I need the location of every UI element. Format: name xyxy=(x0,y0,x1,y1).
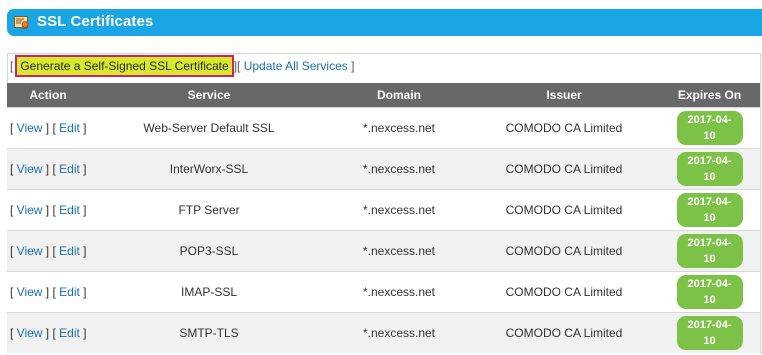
expires-date-part1: 2017-04- xyxy=(687,319,732,331)
table-row: [ View ] [ Edit ] FTP Server *.nexcess.n… xyxy=(7,189,760,231)
expires-date-part1: 2017-04- xyxy=(687,155,732,167)
view-link[interactable]: View xyxy=(17,326,43,340)
certificates-table: Action Service Domain Issuer Expires On … xyxy=(7,83,760,353)
domain-cell: *.nexcess.net xyxy=(329,107,469,149)
table-row: [ View ] [ Edit ] InterWorx-SSL *.nexces… xyxy=(7,148,760,190)
action-cell: [ View ] [ Edit ] xyxy=(7,230,89,272)
issuer-cell: COMODO CA Limited xyxy=(469,148,659,190)
table-header-row: Action Service Domain Issuer Expires On xyxy=(7,83,760,108)
view-link[interactable]: View xyxy=(17,162,43,176)
expires-cell: 2017-04- 10 xyxy=(659,230,760,272)
action-cell: [ View ] [ Edit ] xyxy=(7,189,89,231)
expires-badge: 2017-04- 10 xyxy=(676,111,743,145)
action-cell: [ View ] [ Edit ] xyxy=(7,271,89,313)
issuer-cell: COMODO CA Limited xyxy=(469,107,659,149)
edit-link[interactable]: Edit xyxy=(59,244,80,258)
service-cell: FTP Server xyxy=(89,189,329,231)
view-link[interactable]: View xyxy=(17,285,43,299)
expires-cell: 2017-04- 10 xyxy=(659,312,760,353)
column-header-domain: Domain xyxy=(329,83,469,108)
generate-self-signed-cert-button[interactable]: Generate a Self-Signed SSL Certificate xyxy=(15,55,234,77)
expires-cell: 2017-04- 10 xyxy=(659,148,760,190)
expires-cell: 2017-04- 10 xyxy=(659,189,760,231)
expires-cell: 2017-04- 10 xyxy=(659,107,760,149)
view-link[interactable]: View xyxy=(17,203,43,217)
expires-date-part1: 2017-04- xyxy=(687,114,732,126)
page-title: SSL Certificates xyxy=(37,13,154,30)
domain-cell: *.nexcess.net xyxy=(329,148,469,190)
edit-link[interactable]: Edit xyxy=(59,162,80,176)
expires-date-part1: 2017-04- xyxy=(687,278,732,290)
expires-date-part2: 10 xyxy=(703,130,716,142)
service-cell: IMAP-SSL xyxy=(89,271,329,313)
table-row: [ View ] [ Edit ] IMAP-SSL *.nexcess.net… xyxy=(7,271,760,313)
expires-cell: 2017-04- 10 xyxy=(659,271,760,313)
edit-link[interactable]: Edit xyxy=(59,326,80,340)
expires-badge: 2017-04- 10 xyxy=(676,275,743,309)
edit-link[interactable]: Edit xyxy=(59,121,80,135)
expires-badge: 2017-04- 10 xyxy=(676,193,743,227)
expires-date-part1: 2017-04- xyxy=(687,196,732,208)
expires-date-part2: 10 xyxy=(703,253,716,265)
action-cell: [ View ] [ Edit ] xyxy=(7,148,89,190)
table-row: [ View ] [ Edit ] SMTP-TLS *.nexcess.net… xyxy=(7,312,760,353)
view-link[interactable]: View xyxy=(17,121,43,135)
domain-cell: *.nexcess.net xyxy=(329,271,469,313)
expires-date-part2: 10 xyxy=(703,171,716,183)
table-row: [ View ] [ Edit ] POP3-SSL *.nexcess.net… xyxy=(7,230,760,272)
issuer-cell: COMODO CA Limited xyxy=(469,271,659,313)
domain-cell: *.nexcess.net xyxy=(329,312,469,353)
service-cell: SMTP-TLS xyxy=(89,312,329,353)
expires-date-part2: 10 xyxy=(703,294,716,306)
issuer-cell: COMODO CA Limited xyxy=(469,312,659,353)
domain-cell: *.nexcess.net xyxy=(329,230,469,272)
service-cell: POP3-SSL xyxy=(89,230,329,272)
expires-date-part1: 2017-04- xyxy=(687,237,732,249)
service-cell: InterWorx-SSL xyxy=(89,148,329,190)
expires-badge: 2017-04- 10 xyxy=(676,152,743,186)
domain-cell: *.nexcess.net xyxy=(329,189,469,231)
view-link[interactable]: View xyxy=(17,244,43,258)
column-header-action: Action xyxy=(7,83,89,108)
toolbar-open-bracket: [ xyxy=(10,59,14,73)
issuer-cell: COMODO CA Limited xyxy=(469,230,659,272)
toolbar-separator: ][ xyxy=(233,59,241,73)
toolbar-close-bracket: ] xyxy=(351,59,355,73)
expires-badge: 2017-04- 10 xyxy=(676,234,743,268)
expires-badge: 2017-04- 10 xyxy=(676,316,743,350)
toolbar: [Generate a Self-Signed SSL Certificate]… xyxy=(10,55,354,78)
table-row: [ View ] [ Edit ] Web-Server Default SSL… xyxy=(7,107,760,149)
update-all-services-link[interactable]: Update All Services xyxy=(244,59,348,73)
expires-date-part2: 10 xyxy=(703,335,716,347)
column-header-issuer: Issuer xyxy=(469,83,659,108)
page-header: SSL Certificates xyxy=(7,9,762,36)
edit-link[interactable]: Edit xyxy=(59,203,80,217)
action-cell: [ View ] [ Edit ] xyxy=(7,107,89,149)
certificate-icon xyxy=(14,16,29,30)
edit-link[interactable]: Edit xyxy=(59,285,80,299)
action-cell: [ View ] [ Edit ] xyxy=(7,312,89,353)
column-header-expires-on: Expires On xyxy=(659,83,760,108)
issuer-cell: COMODO CA Limited xyxy=(469,189,659,231)
service-cell: Web-Server Default SSL xyxy=(89,107,329,149)
expires-date-part2: 10 xyxy=(703,212,716,224)
column-header-service: Service xyxy=(89,83,329,108)
